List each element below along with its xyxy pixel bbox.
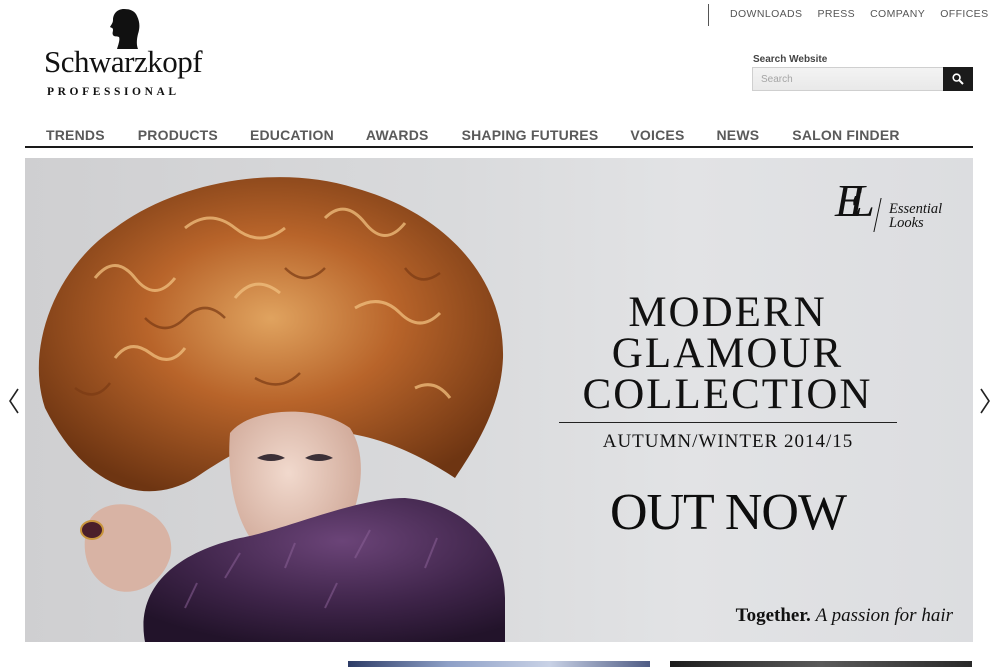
nav-item-trends[interactable]: TRENDS: [46, 127, 105, 143]
slider-next-button[interactable]: [978, 386, 992, 416]
utility-nav: DOWNLOADS PRESS COMPANY OFFICES: [730, 8, 989, 20]
essential-looks-divider: [873, 198, 882, 232]
magnifier-icon: [952, 73, 964, 85]
nav-item-education[interactable]: EDUCATION: [250, 127, 334, 143]
hero-divider: [559, 422, 897, 423]
nav-item-salon-finder[interactable]: SALON FINDER: [792, 127, 899, 143]
nav-item-products[interactable]: PRODUCTS: [138, 127, 218, 143]
hero-model-image: [38, 177, 506, 642]
hero-title: MODERN GLAMOUR COLLECTION: [555, 289, 900, 418]
utility-link-offices[interactable]: OFFICES: [940, 8, 988, 20]
utility-separator: [708, 4, 709, 26]
essential-looks-mark: EL: [835, 175, 875, 226]
hero-title-line3: COLLECTION: [582, 371, 873, 418]
search-button[interactable]: [943, 67, 973, 91]
teaser-image-1[interactable]: [348, 661, 650, 667]
brand-name: Schwarzkopf: [44, 44, 203, 79]
utility-link-company[interactable]: COMPANY: [870, 8, 925, 20]
nav-item-news[interactable]: NEWS: [716, 127, 759, 143]
nav-item-voices[interactable]: VOICES: [630, 127, 684, 143]
search-label: Search Website: [753, 54, 828, 65]
nav-item-shaping-futures[interactable]: SHAPING FUTURES: [462, 127, 599, 143]
slider-prev-button[interactable]: [7, 386, 21, 416]
essential-looks-line2: Looks: [889, 215, 924, 231]
hero-title-line2: GLAMOUR: [611, 330, 844, 377]
main-nav: TRENDS PRODUCTS EDUCATION AWARDS SHAPING…: [46, 127, 900, 143]
essential-looks-logo: EL Essential Looks: [835, 178, 965, 238]
hero-banner[interactable]: EL Essential Looks MODERN GLAMOUR COLLECT…: [25, 158, 973, 642]
hero-season: AUTUMN/WINTER 2014/15: [602, 431, 854, 452]
hero-cta: OUT NOW: [609, 484, 847, 541]
search-input[interactable]: [752, 67, 944, 91]
tagline-italic: A passion for hair: [815, 605, 953, 626]
nav-item-awards[interactable]: AWARDS: [366, 127, 429, 143]
hero-title-line1: MODERN: [628, 289, 827, 336]
chevron-right-icon: [980, 388, 990, 414]
teaser-image-2[interactable]: [670, 661, 972, 667]
nav-divider: [25, 146, 973, 148]
utility-link-press[interactable]: PRESS: [817, 8, 855, 20]
essential-looks-text: Essential Looks: [889, 202, 942, 231]
brand-subtitle: PROFESSIONAL: [47, 86, 180, 98]
hero-tagline: Together. A passion for hair: [736, 605, 953, 627]
tagline-bold: Together.: [735, 605, 811, 626]
utility-link-downloads[interactable]: DOWNLOADS: [730, 8, 802, 20]
brand-logo[interactable]: Schwarzkopf PROFESSIONAL: [44, 8, 214, 98]
chevron-left-icon: [9, 388, 19, 414]
